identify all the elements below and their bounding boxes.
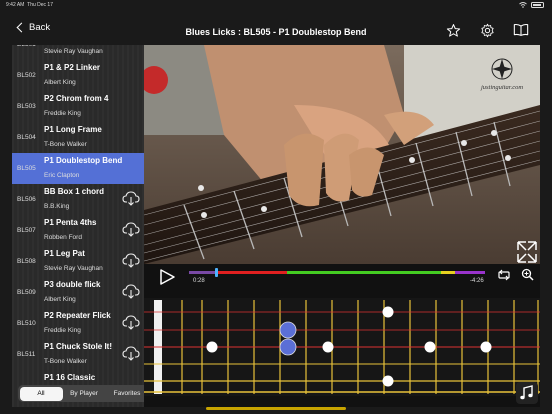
lesson-artist: Stevie Ray Vaughan <box>44 48 103 55</box>
lesson-artist: Freddie King <box>44 110 81 117</box>
lesson-name: BB Box 1 chord <box>44 187 105 196</box>
lesson-code: BL511 <box>17 351 36 358</box>
lesson-artist: Albert King <box>44 296 76 303</box>
lesson-code: BL507 <box>17 227 36 234</box>
lesson-artist: T-Bone Walker <box>44 358 87 365</box>
lesson-row[interactable]: BL503 P2 Chrom from 4 Freddie King <box>12 91 144 122</box>
lesson-video[interactable]: justinguitar.com <box>144 45 540 264</box>
progress-thumb[interactable] <box>214 268 218 277</box>
lesson-name: P1 16 Classic <box>44 373 96 382</box>
lesson-artist: Stevie Ray Vaughan <box>44 265 103 272</box>
play-icon[interactable] <box>158 268 176 286</box>
lesson-row[interactable]: BL501 Stevie Ray Vaughan <box>12 45 144 60</box>
cloud-download-icon[interactable] <box>122 284 140 299</box>
note-dot <box>424 341 436 353</box>
lesson-artist: B.B.King <box>44 203 70 210</box>
filter-segmented-control: All By Player Favorites <box>18 385 144 402</box>
lesson-row[interactable]: BL509 P3 double flick Albert King <box>12 277 144 308</box>
elapsed-time: 0:28 <box>193 278 205 284</box>
video-watermark: justinguitar.com <box>480 84 523 91</box>
filter-tab-by-player[interactable]: By Player <box>63 387 106 401</box>
music-note-icon[interactable] <box>516 382 538 404</box>
lesson-code: BL508 <box>17 258 36 265</box>
lesson-artist: Freddie King <box>44 327 81 334</box>
lesson-name: P2 Chrom from 4 <box>44 94 109 103</box>
filter-tab-all[interactable]: All <box>19 386 63 401</box>
lesson-name: P1 Penta 4ths <box>44 218 97 227</box>
lesson-artist: Albert King <box>44 79 76 86</box>
zoom-icon[interactable] <box>521 268 534 281</box>
lesson-row[interactable]: BL505 P1 Doublestop Bend Eric Clapton <box>12 153 144 184</box>
lesson-code: BL501 <box>17 45 36 48</box>
battery-icon <box>531 2 544 8</box>
lesson-name: P1 & P2 Linker <box>44 63 101 72</box>
loop-icon[interactable] <box>497 269 511 281</box>
lesson-code: BL510 <box>17 320 36 327</box>
lesson-code: BL506 <box>17 196 36 203</box>
lesson-row[interactable]: BL502 P1 & P2 Linker Albert King <box>12 60 144 91</box>
book-icon[interactable] <box>513 22 529 38</box>
video-frame: justinguitar.com <box>144 45 540 264</box>
lesson-row[interactable]: BL510 P2 Repeater Flick Freddie King <box>12 308 144 339</box>
note-dot <box>382 375 394 387</box>
page-title: Blues Licks : BL505 - P1 Doublestop Bend <box>185 27 367 37</box>
progress-elapsed-fill <box>189 271 216 274</box>
lesson-list[interactable]: BL501 Stevie Ray Vaughan BL502 P1 & P2 Link… <box>12 45 144 407</box>
lesson-artist: Eric Clapton <box>44 172 80 179</box>
home-indicator <box>206 407 346 410</box>
lesson-row[interactable]: BL511 P1 Chuck Stole It! T-Bone Walker <box>12 339 144 370</box>
lesson-row[interactable]: BL506 BB Box 1 chord B.B.King <box>12 184 144 215</box>
note-dot <box>480 341 492 353</box>
cloud-download-icon[interactable] <box>122 315 140 330</box>
lesson-name: P1 Doublestop Bend <box>44 156 123 165</box>
cloud-download-icon[interactable] <box>122 191 140 206</box>
note-dot-highlight <box>279 338 297 356</box>
note-dot-highlight <box>279 321 297 339</box>
status-icons <box>519 2 544 8</box>
lesson-code: BL509 <box>17 289 36 296</box>
settings-gear-icon[interactable] <box>479 22 495 38</box>
player-controls: 0:28 -4:26 <box>144 264 540 288</box>
filter-tab-favorites[interactable]: Favorites <box>106 387 145 401</box>
note-dot <box>382 306 394 318</box>
lesson-code: BL502 <box>17 72 36 79</box>
lesson-artist: T-Bone Walker <box>44 141 87 148</box>
lesson-row[interactable]: BL508 P1 Leg Pat Stevie Ray Vaughan <box>12 246 144 277</box>
cloud-download-icon[interactable] <box>122 346 140 361</box>
lesson-name: P1 Long Frame <box>44 125 102 134</box>
note-dot <box>206 341 218 353</box>
fretboard-diagram[interactable] <box>144 288 540 407</box>
lesson-code: BL504 <box>17 134 36 141</box>
wifi-icon <box>519 2 527 8</box>
status-bar: 9:42 AM Thu Dec 17 <box>0 0 552 11</box>
lesson-name: P1 Leg Pat <box>44 249 85 258</box>
lesson-code: BL503 <box>17 103 36 110</box>
remaining-time: -4:26 <box>470 278 484 284</box>
note-dot <box>322 341 334 353</box>
favorite-star-icon[interactable] <box>445 22 461 38</box>
cloud-download-icon[interactable] <box>122 253 140 268</box>
lesson-row[interactable]: BL504 P1 Long Frame T-Bone Walker <box>12 122 144 153</box>
lesson-name: P2 Repeater Flick <box>44 311 111 320</box>
cloud-download-icon[interactable] <box>122 222 140 237</box>
lesson-name: P3 double flick <box>44 280 101 289</box>
progress-track[interactable] <box>189 268 485 277</box>
lesson-row[interactable]: BL507 P1 Penta 4ths Robben Ford <box>12 215 144 246</box>
lesson-code: BL505 <box>17 165 36 172</box>
lesson-name: P1 Chuck Stole It! <box>44 342 113 351</box>
navigation-bar: Back Blues Licks : BL505 - P1 Doublestop… <box>0 11 552 45</box>
status-time: 9:42 AM Thu Dec 17 <box>6 2 53 8</box>
lesson-artist: Robben Ford <box>44 234 82 241</box>
